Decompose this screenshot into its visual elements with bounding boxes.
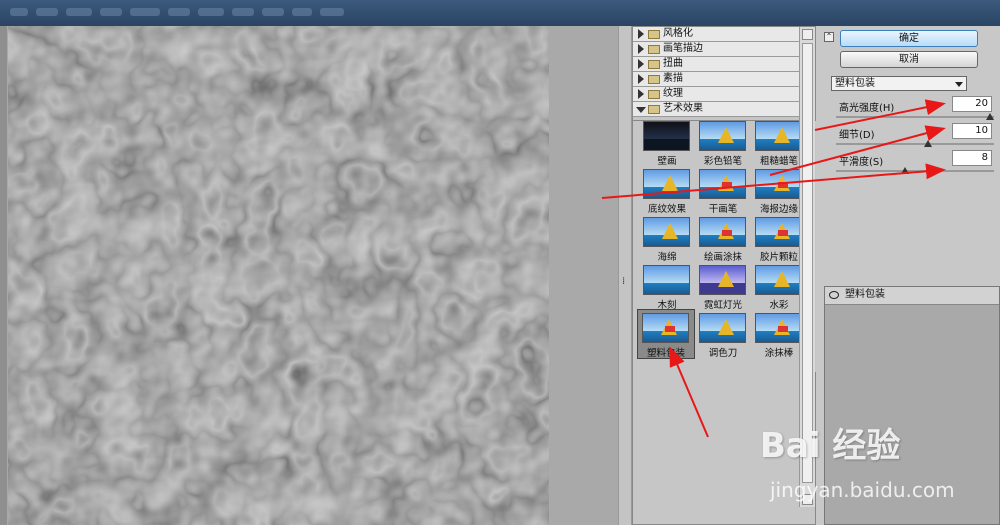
effect-layer-row[interactable]: 塑料包装 <box>825 287 999 305</box>
thumb-cutout[interactable]: 木刻 <box>639 265 695 311</box>
highlight-strength-input[interactable]: 20 <box>952 96 992 112</box>
ok-button[interactable]: 确定 <box>840 30 978 47</box>
category-brush-strokes[interactable]: 画笔描边 <box>633 42 815 57</box>
eye-icon[interactable] <box>829 291 839 299</box>
detail-slider[interactable] <box>836 143 994 145</box>
category-distort[interactable]: 扭曲 <box>633 57 815 72</box>
smoothness-input[interactable]: 8 <box>952 150 992 166</box>
folder-open-icon <box>648 105 660 114</box>
scroll-up-button[interactable] <box>802 29 813 40</box>
thumb-plastic-wrap[interactable]: 塑料包装 <box>637 309 695 359</box>
folder-icon <box>648 90 660 99</box>
thumbnail-grid: 壁画 彩色铅笔 粗糙蜡笔 底纹效果 干画笔 海报边缘 海绵 绘画涂抹 胶片颗粒 … <box>633 120 817 372</box>
category-stylize[interactable]: 风格化 <box>633 27 815 42</box>
highlight-strength-slider[interactable] <box>836 116 994 118</box>
watermark-url: jingyan.baidu.com <box>770 478 955 502</box>
folder-icon <box>648 30 660 39</box>
detail-input[interactable]: 10 <box>952 123 992 139</box>
folder-icon <box>648 60 660 69</box>
panel-divider[interactable]: ⁞ <box>618 26 632 525</box>
smoothness-slider[interactable] <box>836 170 994 172</box>
chevron-down-icon <box>955 82 963 87</box>
category-artistic[interactable]: 艺术效果 <box>633 102 815 117</box>
thumb-neon-glow[interactable]: 霓虹灯光 <box>695 265 751 311</box>
filter-select[interactable]: 塑料包装 <box>831 76 967 91</box>
slider-knob[interactable] <box>924 140 933 147</box>
param-smoothness: 平滑度(S) 8 <box>836 150 994 180</box>
param-highlight-strength: 高光强度(H) 20 <box>836 96 994 126</box>
thumb-underpainting[interactable]: 底纹效果 <box>639 169 695 215</box>
param-detail: 细节(D) 10 <box>836 123 994 153</box>
category-texture[interactable]: 纹理 <box>633 87 815 102</box>
collapse-icon[interactable]: ⌃ <box>824 32 834 42</box>
filter-select-value: 塑料包装 <box>835 78 875 89</box>
folder-icon <box>648 75 660 84</box>
thumb-palette-knife[interactable]: 调色刀 <box>695 313 751 359</box>
thumb-sponge[interactable]: 海绵 <box>639 217 695 263</box>
folder-icon <box>648 45 660 54</box>
category-sketch[interactable]: 素描 <box>633 72 815 87</box>
watermark-logo: Bai 经验 <box>760 426 901 466</box>
slider-knob[interactable] <box>986 113 994 120</box>
scroll-thumb[interactable] <box>802 43 813 483</box>
title-bar <box>0 0 1000 26</box>
preview-image <box>8 26 549 525</box>
slider-knob[interactable] <box>901 167 910 174</box>
cancel-button[interactable]: 取消 <box>840 51 978 68</box>
thumb-dry-brush[interactable]: 干画笔 <box>695 169 751 215</box>
thumb-paint-daubs[interactable]: 绘画涂抹 <box>695 217 751 263</box>
thumb-fresco[interactable]: 壁画 <box>639 121 695 167</box>
thumb-colored-pencil[interactable]: 彩色铅笔 <box>695 121 751 167</box>
